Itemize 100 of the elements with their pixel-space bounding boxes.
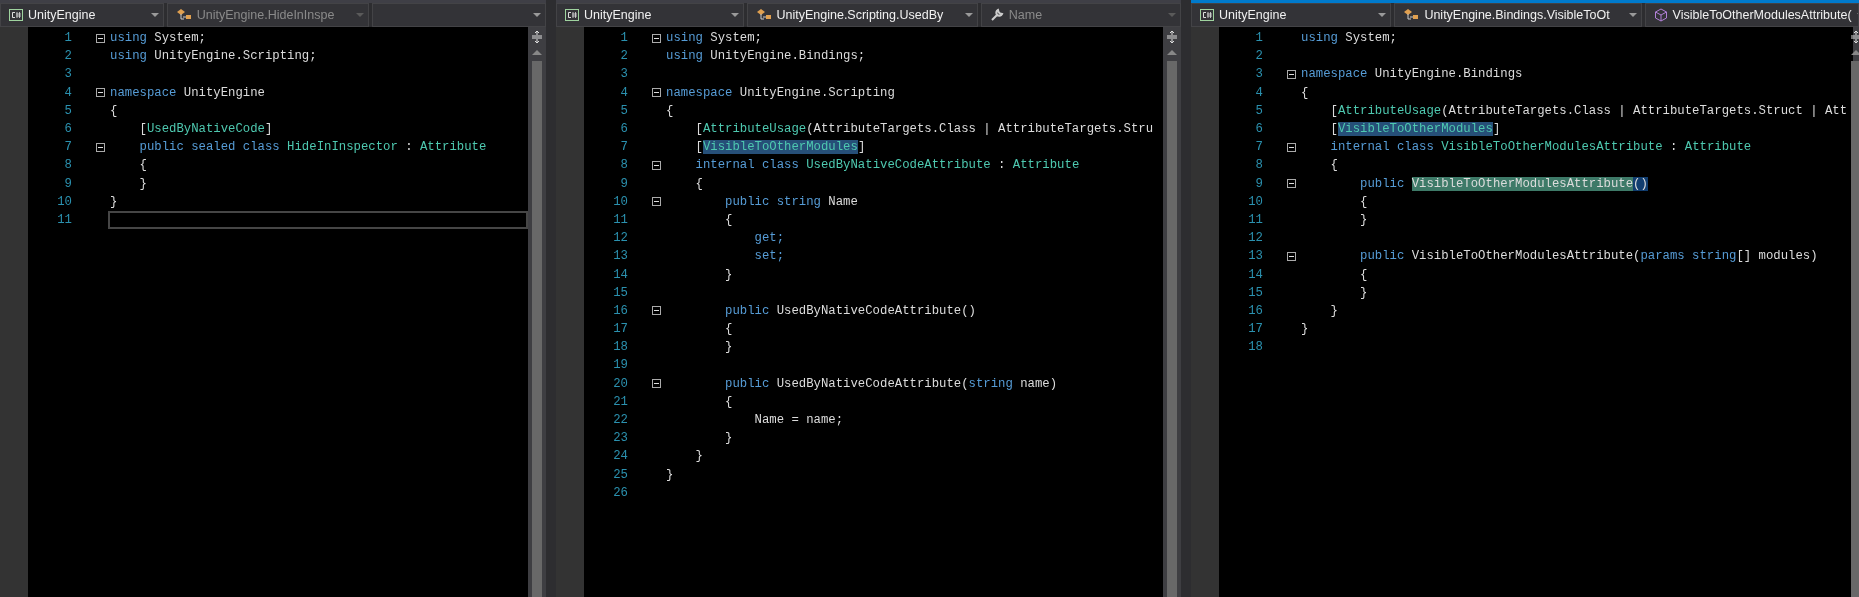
line-number: 15 <box>1247 285 1263 300</box>
scroll-up-icon[interactable] <box>532 49 542 55</box>
line-number: 7 <box>63 140 72 155</box>
caret-icon <box>730 12 739 18</box>
code-line: using UnityEngine.Scripting; <box>110 49 317 64</box>
line-number: 17 <box>612 322 628 337</box>
collapse-icon[interactable] <box>1287 142 1296 152</box>
class-icon <box>1403 8 1420 22</box>
line-number: 9 <box>63 176 72 191</box>
line-number: 19 <box>612 358 628 373</box>
navigation-dropdown[interactable]: UnityEngine <box>1191 3 1392 27</box>
code-line: } <box>694 449 703 464</box>
code-line: [AttributeUsage(AttributeTargets.Class | AttributeTargets.Stru <box>694 122 1154 137</box>
line-number: 8 <box>619 158 628 173</box>
code-line: namespace UnityEngine <box>110 85 265 100</box>
code-line: get; <box>753 231 785 246</box>
collapse-icon[interactable] <box>652 160 661 170</box>
navigation-dropdown[interactable]: VisibleToOtherModulesAttribute( <box>1644 3 1859 27</box>
cube-icon <box>1653 8 1668 22</box>
line-number: 13 <box>1247 249 1263 264</box>
split-icon[interactable] <box>1166 31 1178 43</box>
code-line: { <box>138 158 147 173</box>
line-number: 10 <box>1247 194 1263 209</box>
scrollbar[interactable] <box>1853 27 1859 597</box>
line-number: 26 <box>612 485 628 500</box>
code-line: [UsedByNativeCode] <box>138 122 273 137</box>
code-line: public UsedByNativeCodeAttribute(string name) <box>724 376 1058 391</box>
line-number: 15 <box>612 285 628 300</box>
line-number: 16 <box>612 303 628 318</box>
code-line: } <box>1329 303 1338 318</box>
collapse-icon[interactable] <box>652 306 661 316</box>
csharp-file-icon <box>1200 9 1214 21</box>
caret-icon <box>1168 12 1176 18</box>
collapse-icon[interactable] <box>652 379 661 389</box>
collapse-icon[interactable] <box>1287 69 1296 79</box>
code-line: { <box>1359 194 1368 209</box>
line-number: 10 <box>56 194 72 209</box>
line-number: 22 <box>612 413 628 428</box>
scrollbar[interactable] <box>528 27 546 597</box>
collapse-icon[interactable] <box>96 33 105 43</box>
code-line: internal class VisibleToOtherModulesAttribute : Attribute <box>1329 140 1752 155</box>
line-number: 5 <box>1254 103 1263 118</box>
scrollbar-thumb[interactable] <box>1167 61 1177 597</box>
code-line: { <box>110 103 118 118</box>
class-icon <box>755 8 772 22</box>
line-number: 18 <box>1247 340 1263 355</box>
scrollbar[interactable] <box>1163 27 1181 597</box>
navigation-dropdown[interactable]: UnityEngine <box>0 3 164 27</box>
line-number: 6 <box>619 122 628 137</box>
class-icon <box>175 8 192 22</box>
code-line: using UnityEngine.Bindings; <box>666 49 866 64</box>
line-number: 5 <box>619 103 628 118</box>
code-line: using System; <box>1301 31 1397 46</box>
collapse-icon[interactable] <box>96 88 105 98</box>
line-number: 16 <box>1247 303 1263 318</box>
scroll-up-icon[interactable] <box>1851 49 1859 55</box>
navigation-dropdown[interactable]: UnityEngine.Scripting.UsedBy <box>746 3 978 27</box>
code-line: public VisibleToOtherModulesAttribute(params string[] modules) <box>1359 249 1818 264</box>
code-line: { <box>1359 267 1368 282</box>
code-line: public string Name <box>724 194 858 209</box>
line-number: 1 <box>619 31 628 46</box>
collapse-icon[interactable] <box>652 33 661 43</box>
split-icon[interactable] <box>531 31 543 43</box>
line-number: 1 <box>1254 31 1263 46</box>
line-number: 8 <box>63 158 72 173</box>
line-number: 12 <box>1247 231 1263 246</box>
collapse-icon[interactable] <box>1287 179 1296 189</box>
line-number: 21 <box>612 394 628 409</box>
scrollbar-thumb[interactable] <box>1851 61 1859 597</box>
code-line: namespace UnityEngine.Scripting <box>666 85 895 100</box>
collapse-icon[interactable] <box>652 197 661 207</box>
line-number: 14 <box>612 267 628 282</box>
code-line: public VisibleToOtherModulesAttribute() <box>1359 176 1648 191</box>
split-icon[interactable] <box>1850 31 1859 43</box>
code-line: { <box>724 212 733 227</box>
line-number: 13 <box>612 249 628 264</box>
line-number: 10 <box>612 194 628 209</box>
scrollbar-thumb[interactable] <box>532 61 542 597</box>
line-number: 7 <box>619 140 628 155</box>
collapse-icon[interactable] <box>96 142 105 152</box>
line-number: 2 <box>63 49 72 64</box>
line-number: 3 <box>619 67 628 82</box>
line-number: 17 <box>1247 322 1263 337</box>
navigation-dropdown[interactable]: UnityEngine <box>556 3 744 27</box>
code-line: } <box>1359 212 1368 227</box>
navigation-dropdown[interactable]: UnityEngine.Bindings.VisibleToOt <box>1394 3 1642 27</box>
collapse-icon[interactable] <box>1287 251 1296 261</box>
scroll-up-icon[interactable] <box>1167 49 1177 55</box>
caret-icon <box>355 12 364 18</box>
line-number: 9 <box>1254 176 1263 191</box>
line-number: 3 <box>1254 67 1263 82</box>
line-number: 9 <box>619 176 628 191</box>
caret-icon <box>964 12 973 18</box>
code-line: } <box>1359 285 1368 300</box>
line-number: 4 <box>63 85 72 100</box>
wrench-icon <box>989 8 1004 22</box>
line-number: 11 <box>612 212 628 227</box>
code-line: { <box>1329 158 1338 173</box>
collapse-icon[interactable] <box>652 88 661 98</box>
line-number: 4 <box>1254 85 1263 100</box>
